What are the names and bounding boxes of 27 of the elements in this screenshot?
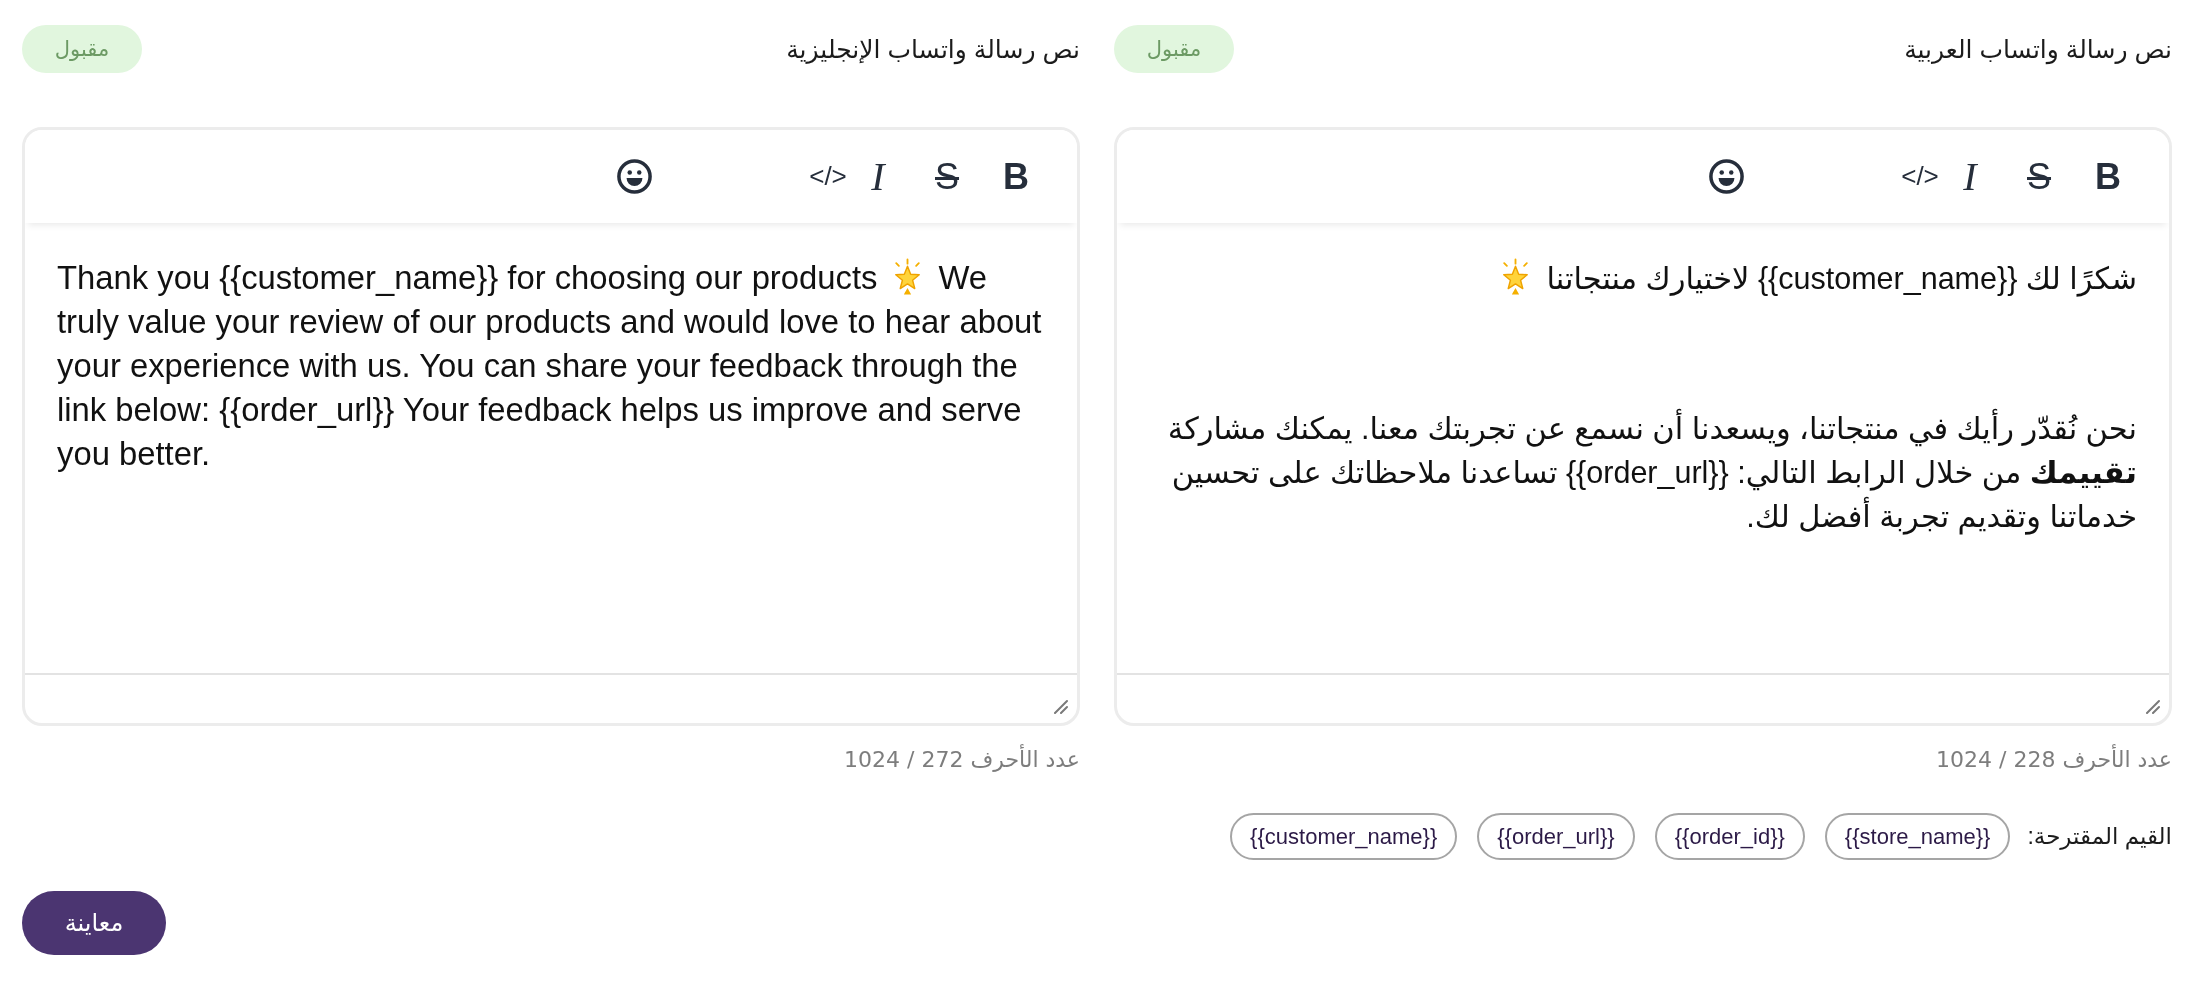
suggestions-label: القيم المقترحة: [2027, 823, 2172, 850]
resize-handle-icon[interactable] [1052, 698, 1068, 714]
bold-button[interactable]: B [991, 151, 1041, 202]
variable-chip[interactable]: {{store_name}} [1824, 813, 2011, 860]
editor-title: نص رسالة واتساب العربية [1904, 34, 2172, 64]
message-text: شكرًا لك {{customer_name}} لاختيارك منتجاتنا [1149, 256, 2137, 300]
message-text: Thank you {{customer_name}} for choosing our products We truly value your review of our products and would love to hear about your experience with us. You can share your feedback through the link below: {{order_url}} Your feedback helps us improve and serve you better. [57, 257, 1043, 474]
smiley-icon[interactable] [1709, 159, 1744, 194]
code-button[interactable]: </> [803, 151, 853, 202]
status-badge: مقبول [22, 25, 142, 73]
strikethrough-button[interactable]: S [922, 151, 972, 202]
character-counter: عدد الأحرف 272 / 1024 [22, 745, 1080, 775]
code-button[interactable]: </> [1895, 151, 1945, 202]
italic-button[interactable]: I [853, 151, 903, 202]
variable-chip[interactable]: {{customer_name}} [1230, 813, 1458, 860]
smiley-icon[interactable] [617, 159, 652, 194]
preview-button[interactable]: معاينة [22, 891, 166, 955]
resize-handle-icon[interactable] [2144, 698, 2160, 714]
message-text: نحن نُقدّر رأيك في منتجاتنا، ويسعدنا أن نسمع عن تجربتك معنا. يمكنك مشاركة تقييمك من خلال الرابط التالي: {{order_url}} تساعدنا ملاحظاتك على تحسين خدماتنا وتقديم تجربة أفضل لك. [1149, 406, 2137, 538]
variable-chip[interactable]: {{order_id}} [1654, 813, 1805, 860]
editor-title: نص رسالة واتساب الإنجليزية [786, 34, 1080, 64]
italic-button[interactable]: I [1945, 151, 1995, 202]
variable-chip[interactable]: {{order_url}} [1477, 813, 1635, 860]
strikethrough-button[interactable]: S [2014, 151, 2064, 202]
status-badge: مقبول [1114, 25, 1234, 73]
bold-button[interactable]: B [2083, 151, 2133, 202]
character-counter: عدد الأحرف 228 / 1024 [1114, 745, 2172, 775]
